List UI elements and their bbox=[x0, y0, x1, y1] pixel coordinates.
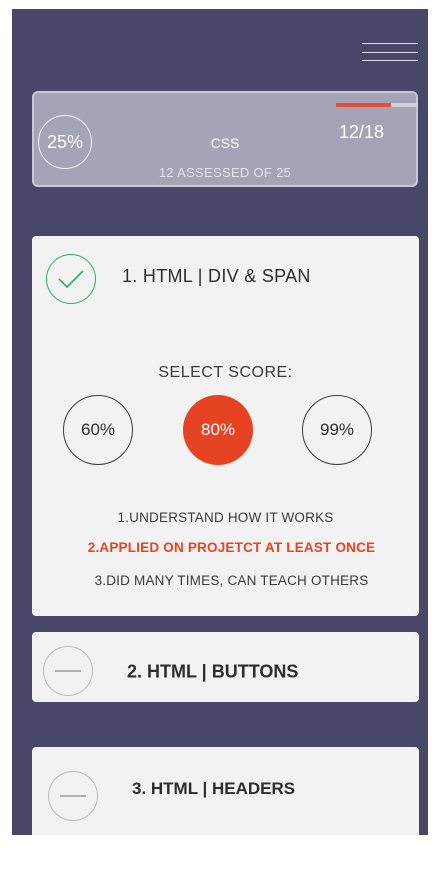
card-title: 3. HTML | HEADERS bbox=[132, 779, 296, 798]
score-option-label: 60% bbox=[80, 420, 116, 439]
summary-subtitle: 12 ASSESSED OF 25 bbox=[158, 165, 292, 180]
summary-title: CSS bbox=[210, 135, 240, 151]
hamburger-menu-icon[interactable] bbox=[362, 41, 420, 71]
check-circle-icon[interactable] bbox=[46, 254, 96, 304]
card-title: 2. HTML | BUTTONS bbox=[127, 661, 299, 682]
app-screen: 25% 12/18 CSS 12 ASSESSED OF 25 1. HTML … bbox=[12, 9, 428, 835]
skill-card-html-headers[interactable]: 3. HTML | HEADERS bbox=[32, 747, 419, 835]
minus-circle-icon[interactable] bbox=[48, 771, 98, 821]
score-option-60[interactable]: 60% bbox=[63, 395, 133, 465]
criteria-item: 1.UNDERSTAND HOW IT WORKS bbox=[117, 510, 334, 525]
summary-progress-bar bbox=[336, 103, 418, 107]
criteria-item: 3.DID MANY TIMES, CAN TEACH OTHERS bbox=[94, 573, 369, 588]
score-option-label: 99% bbox=[319, 420, 355, 439]
score-option-80-selected[interactable]: 80% bbox=[183, 395, 253, 465]
criteria-item-selected: 2.APPLIED ON PROJETCT AT LEAST ONCE bbox=[87, 540, 376, 555]
select-score-label: SELECT SCORE: bbox=[158, 364, 293, 381]
score-option-99[interactable]: 99% bbox=[302, 395, 372, 465]
score-option-label: 80% bbox=[200, 420, 236, 439]
card-title: 1. HTML | DIV & SPAN bbox=[122, 266, 311, 286]
skill-card-html-buttons[interactable]: 2. HTML | BUTTONS bbox=[32, 632, 419, 702]
skill-summary-card[interactable]: 25% 12/18 CSS 12 ASSESSED OF 25 bbox=[32, 91, 418, 187]
skill-card-html-div-span[interactable]: 1. HTML | DIV & SPAN SELECT SCORE: 60% 8… bbox=[32, 236, 419, 616]
minus-circle-icon[interactable] bbox=[43, 646, 93, 696]
summary-progress-fill bbox=[336, 103, 391, 107]
